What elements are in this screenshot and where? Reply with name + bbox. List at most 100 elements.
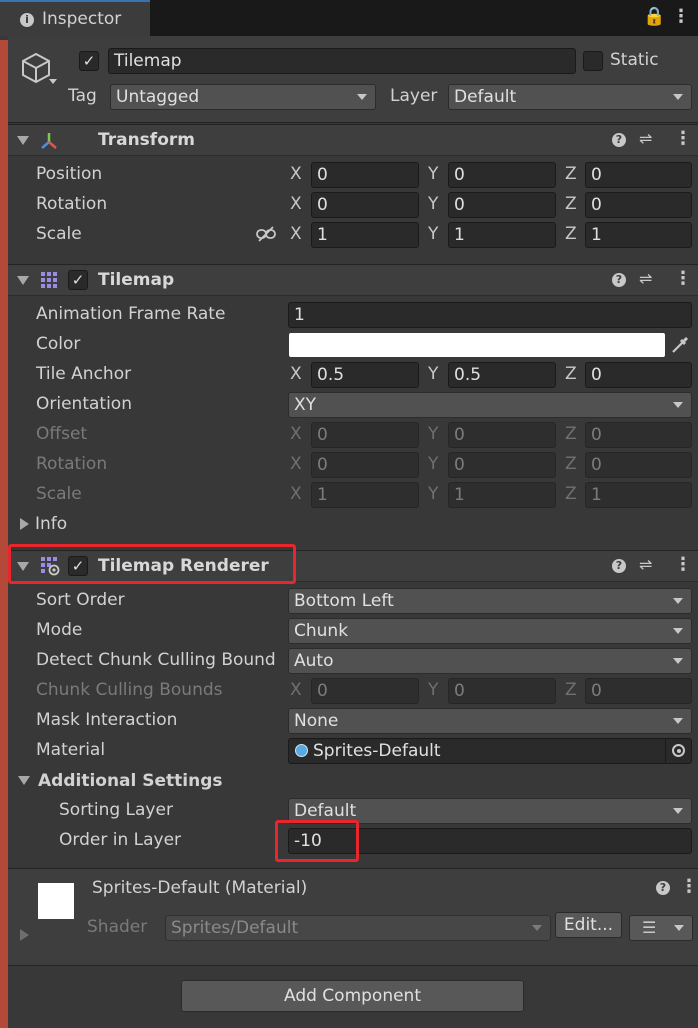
- z-axis-label[interactable]: Z: [565, 194, 577, 214]
- help-icon[interactable]: ?: [656, 881, 670, 895]
- foldout-arrow-icon[interactable]: [17, 276, 29, 285]
- presets-icon[interactable]: ⇌: [639, 269, 652, 288]
- scale-y-field[interactable]: 1: [448, 222, 556, 248]
- tilemap-rotation-z-field: 0: [585, 452, 692, 478]
- tab-inspector[interactable]: i Inspector: [0, 0, 150, 36]
- x-axis-label[interactable]: X: [290, 224, 302, 244]
- tilemap-header[interactable]: ✓ Tilemap ? ⇌ ⋮: [8, 264, 698, 296]
- tile-anchor-label: Tile Anchor: [36, 364, 132, 384]
- detect-chunk-culling-bounds-value: Auto: [294, 651, 334, 671]
- tile-anchor-x-field[interactable]: 0.5: [311, 362, 419, 388]
- color-label: Color: [36, 334, 81, 354]
- rotation-y-field[interactable]: 0: [448, 192, 556, 218]
- info-foldout-arrow-icon[interactable]: [20, 518, 29, 530]
- help-icon[interactable]: ?: [612, 559, 626, 573]
- tile-anchor-z-field[interactable]: 0: [585, 362, 692, 388]
- lock-icon[interactable]: 🔒: [643, 6, 665, 27]
- orientation-dropdown[interactable]: XY: [288, 392, 692, 418]
- active-checkbox[interactable]: ✓: [79, 51, 99, 71]
- chevron-down-icon: [673, 658, 683, 664]
- tilemap-scale-z-field: 1: [585, 482, 692, 508]
- chevron-down-icon: [673, 94, 683, 100]
- x-axis-label[interactable]: X: [290, 194, 302, 214]
- shader-options-button[interactable]: ☰: [629, 915, 693, 941]
- kebab-menu-icon[interactable]: ⋮: [674, 128, 692, 149]
- sort-order-label: Sort Order: [36, 590, 125, 610]
- y-axis-label[interactable]: Y: [428, 194, 438, 214]
- x-axis-label: X: [290, 454, 302, 474]
- sorting-layer-label: Sorting Layer: [59, 800, 173, 820]
- tile-anchor-y-field[interactable]: 0.5: [448, 362, 556, 388]
- presets-icon[interactable]: ⇌: [639, 555, 652, 574]
- kebab-menu-icon[interactable]: ⋮: [672, 6, 690, 27]
- additional-settings-foldout-icon[interactable]: [18, 776, 30, 785]
- detect-chunk-culling-bounds-label: Detect Chunk Culling Bound: [36, 650, 276, 670]
- layer-dropdown[interactable]: Default: [448, 84, 692, 110]
- add-component-button[interactable]: Add Component: [181, 980, 524, 1012]
- x-axis-label[interactable]: X: [290, 364, 302, 384]
- scale-x-field[interactable]: 1: [311, 222, 419, 248]
- sorting-layer-value: Default: [294, 801, 357, 821]
- chunk-bounds-z-field: 0: [585, 678, 692, 704]
- z-axis-label[interactable]: Z: [565, 224, 577, 244]
- y-axis-label[interactable]: Y: [428, 164, 438, 184]
- offset-label: Offset: [36, 424, 88, 444]
- material-object-field[interactable]: Sprites-Default: [288, 738, 692, 764]
- kebab-menu-icon[interactable]: ⋮: [674, 268, 692, 289]
- offset-x-field: 0: [311, 422, 419, 448]
- tilemap-grid-icon: [41, 272, 57, 288]
- position-z-field[interactable]: 0: [585, 162, 692, 188]
- mode-dropdown[interactable]: Chunk: [288, 618, 692, 644]
- z-axis-label[interactable]: Z: [565, 364, 577, 384]
- tilemap-title: Tilemap: [98, 270, 175, 290]
- layer-label: Layer: [390, 86, 438, 106]
- scale-label: Scale: [36, 224, 82, 244]
- edit-shader-button[interactable]: Edit...: [555, 912, 622, 938]
- rotation-x-field[interactable]: 0: [311, 192, 419, 218]
- transform-header[interactable]: Transform ? ⇌ ⋮: [8, 124, 698, 156]
- help-icon[interactable]: ?: [612, 273, 626, 287]
- position-y-field[interactable]: 0: [448, 162, 556, 188]
- detect-chunk-culling-bounds-dropdown[interactable]: Auto: [288, 648, 692, 674]
- tilemap-enabled-checkbox[interactable]: ✓: [68, 270, 88, 290]
- tag-dropdown[interactable]: Untagged: [110, 84, 376, 110]
- animation-frame-rate-field[interactable]: 1: [288, 302, 692, 328]
- scene-edge: [0, 40, 8, 1028]
- presets-icon[interactable]: ⇌: [639, 129, 652, 148]
- offset-z-field: 0: [585, 422, 692, 448]
- color-swatch-field[interactable]: [289, 333, 665, 357]
- gameobject-name-field[interactable]: Tilemap: [108, 48, 576, 74]
- rotation-label: Rotation: [36, 194, 108, 214]
- info-foldout-label[interactable]: Info: [35, 514, 67, 534]
- order-in-layer-label: Order in Layer: [59, 830, 182, 850]
- static-checkbox[interactable]: [583, 51, 603, 71]
- eyedropper-icon[interactable]: [670, 335, 690, 355]
- object-field-divider: [665, 739, 666, 763]
- mode-label: Mode: [36, 620, 83, 640]
- mask-interaction-dropdown[interactable]: None: [288, 708, 692, 734]
- x-axis-label: X: [290, 680, 302, 700]
- material-preview-swatch: [38, 883, 74, 919]
- y-axis-label[interactable]: Y: [428, 224, 438, 244]
- icon-dropdown-caret[interactable]: [49, 79, 57, 84]
- chevron-down-icon: [673, 402, 683, 408]
- kebab-menu-icon[interactable]: ⋮: [680, 876, 698, 897]
- chunk-bounds-x-field: 0: [311, 678, 419, 704]
- rotation-z-field[interactable]: 0: [585, 192, 692, 218]
- tilemap-scale-label: Scale: [36, 484, 82, 504]
- z-axis-label[interactable]: Z: [565, 164, 577, 184]
- x-axis-label[interactable]: X: [290, 164, 302, 184]
- offset-y-field: 0: [448, 422, 556, 448]
- constrain-proportions-icon[interactable]: [256, 226, 276, 242]
- y-axis-label[interactable]: Y: [428, 364, 438, 384]
- kebab-menu-icon[interactable]: ⋮: [674, 554, 692, 575]
- help-icon[interactable]: ?: [612, 133, 626, 147]
- material-foldout-arrow-icon[interactable]: [20, 929, 29, 941]
- foldout-arrow-icon[interactable]: [17, 136, 29, 145]
- scale-z-field[interactable]: 1: [585, 222, 692, 248]
- sort-order-dropdown[interactable]: Bottom Left: [288, 588, 692, 614]
- object-picker-icon[interactable]: [672, 744, 685, 757]
- z-axis-label: Z: [565, 424, 577, 444]
- additional-settings-label[interactable]: Additional Settings: [38, 771, 223, 791]
- position-x-field[interactable]: 0: [311, 162, 419, 188]
